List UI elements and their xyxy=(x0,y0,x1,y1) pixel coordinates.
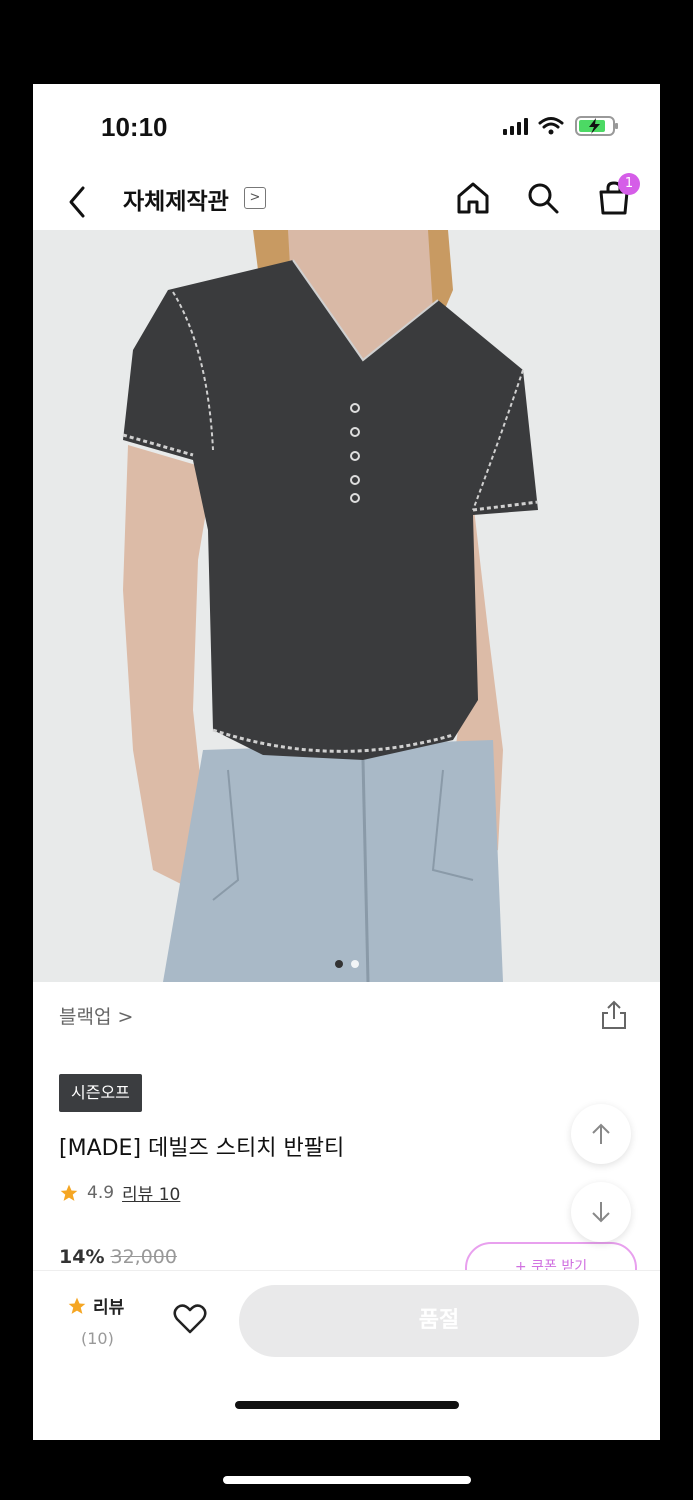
outer-home-indicator xyxy=(223,1476,471,1484)
category-link[interactable]: 블랙업 > xyxy=(59,1002,133,1029)
search-icon[interactable] xyxy=(525,180,561,216)
rating-row: 4.9 리뷰 10 xyxy=(59,1180,180,1205)
gallery-dot-2[interactable] xyxy=(350,960,359,968)
cart-badge: 1 xyxy=(618,173,640,195)
gallery-dot-1[interactable] xyxy=(334,960,343,968)
product-photo-illustration xyxy=(33,230,660,982)
review-link[interactable]: 리뷰 10 xyxy=(122,1180,180,1205)
product-image[interactable] xyxy=(33,230,660,982)
bottom-review-count: (10) xyxy=(81,1329,114,1348)
wifi-icon xyxy=(538,117,564,135)
status-time: 10:10 xyxy=(101,112,168,142)
bottom-review-label: 리뷰 xyxy=(93,1298,125,1318)
discount-rate: 14% xyxy=(59,1246,105,1268)
bottom-action-bar: 리뷰 (10) 품절 xyxy=(33,1270,660,1440)
star-icon xyxy=(60,1184,78,1201)
store-arrow-icon[interactable]: > xyxy=(244,187,266,209)
scroll-down-button[interactable] xyxy=(571,1182,631,1242)
rating-value: 4.9 xyxy=(87,1182,115,1203)
gallery-pagination xyxy=(33,960,660,968)
share-icon[interactable] xyxy=(599,999,629,1031)
home-icon[interactable] xyxy=(455,180,491,216)
battery-icon xyxy=(575,116,618,136)
season-off-badge: 시즌오프 xyxy=(59,1074,142,1112)
heart-icon[interactable] xyxy=(173,1303,207,1335)
status-icons xyxy=(503,114,620,138)
star-icon xyxy=(68,1297,86,1314)
signal-icon xyxy=(503,117,528,135)
original-price: 32,000 xyxy=(110,1246,177,1268)
soldout-button[interactable]: 품절 xyxy=(239,1285,639,1357)
app-screen: 10:10 자체제작관 > 1 블랙업 > 시즌오프 [MADE] 데빌즈 스티… xyxy=(33,84,660,1440)
bottom-review[interactable]: 리뷰 xyxy=(67,1293,124,1318)
price-row: 14% 32,000 xyxy=(59,1246,177,1268)
home-indicator xyxy=(235,1401,459,1409)
scroll-up-button[interactable] xyxy=(571,1104,631,1164)
arrow-up-icon xyxy=(592,1123,610,1144)
top-nav: 자체제작관 > 1 xyxy=(33,172,660,232)
product-name: [MADE] 데빌즈 스티치 반팔티 xyxy=(59,1136,345,1161)
store-title[interactable]: 자체제작관 xyxy=(123,182,229,216)
arrow-down-icon xyxy=(592,1202,610,1223)
back-icon[interactable] xyxy=(63,184,93,220)
